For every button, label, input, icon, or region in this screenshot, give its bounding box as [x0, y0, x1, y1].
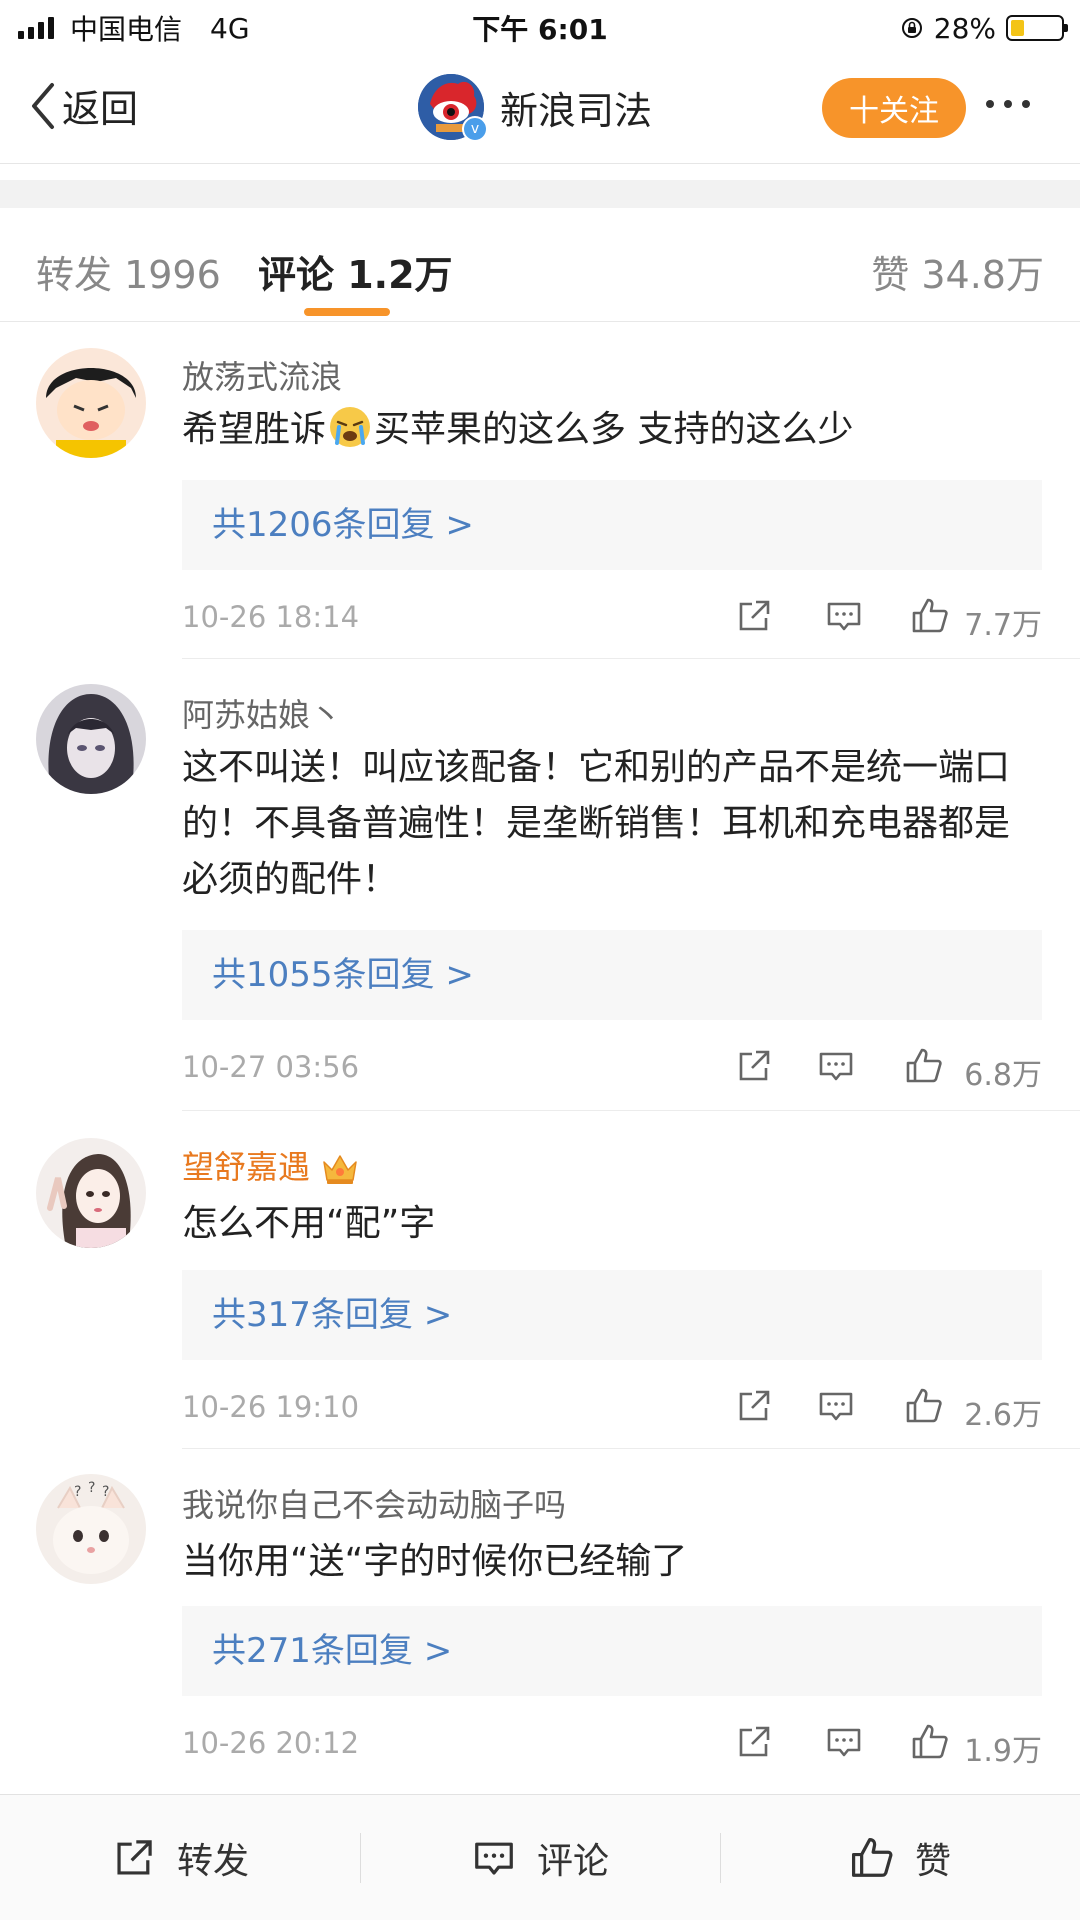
repost-button[interactable]: 转发	[0, 1795, 360, 1921]
account-avatar[interactable]: v	[418, 74, 488, 142]
comment-timestamp: 10-26 18:14	[182, 600, 360, 634]
repost-label: 转发	[176, 1841, 249, 1882]
comment-timestamp: 10-27 03:56	[182, 1050, 360, 1084]
comment-text-part: 希望胜诉	[182, 409, 327, 450]
user-avatar-image	[36, 348, 146, 458]
thumbs-up-icon[interactable]	[910, 596, 950, 636]
active-tab-indicator	[304, 308, 390, 316]
like-count: 2.6万	[964, 1398, 1042, 1433]
comment-text: 这不叫送！叫应该配备！它和别的产品不是统一端口的！不具备普遍性！是垄断销售！耳机…	[182, 747, 1011, 900]
comment-divider	[182, 1110, 1080, 1111]
share-icon[interactable]	[734, 1386, 774, 1426]
svg-text:?: ?	[88, 1480, 95, 1496]
share-icon[interactable]	[734, 1046, 774, 1086]
bottom-action-bar: 转发 评论 赞	[0, 1794, 1080, 1920]
network-label: 4G	[210, 11, 250, 45]
like-count: 6.8万	[964, 1058, 1042, 1093]
like-count: 1.9万	[964, 1734, 1042, 1769]
share-icon[interactable]	[734, 596, 774, 636]
battery-fill	[1011, 20, 1024, 36]
follow-button[interactable]: 十关注	[822, 78, 966, 138]
comment-meta: 10-27 03:56 6.8万	[182, 1042, 1042, 1093]
like-label: 赞	[914, 1841, 951, 1882]
crown-icon	[323, 1155, 357, 1184]
user-avatar-image	[36, 684, 146, 794]
reply-count-link[interactable]: 共317条回复 >	[182, 1270, 1042, 1360]
section-separator	[0, 180, 1080, 208]
comment-username[interactable]: 我说你自己不会动动脑子吗	[182, 1480, 566, 1526]
thumbs-up-icon[interactable]	[904, 1386, 944, 1426]
thumbs-up-icon[interactable]	[910, 1722, 950, 1762]
avatar[interactable]	[36, 684, 146, 794]
user-avatar-image: ? ? ?	[36, 1474, 146, 1584]
avatar[interactable]: ? ? ?	[36, 1474, 146, 1584]
like-count: 7.7万	[964, 608, 1042, 643]
signal-strength-icon	[18, 17, 54, 39]
nav-bar: 返回 v 新浪司法 十关注	[0, 56, 1080, 164]
comment-meta: 10-26 18:14 7.7万	[182, 592, 1042, 643]
reply-count-link[interactable]: 共1206条回复 >	[182, 480, 1042, 570]
verified-badge-icon: v	[462, 116, 488, 142]
comment-divider	[182, 658, 1080, 659]
battery-percent: 28%	[933, 11, 996, 45]
comment-icon[interactable]	[824, 596, 864, 636]
comment-text: 怎么不用“配”字	[182, 1203, 436, 1244]
like-button[interactable]: 赞	[720, 1795, 1080, 1921]
comment-meta: 10-26 19:10 2.6万	[182, 1382, 1042, 1433]
comment-label: 评论	[536, 1841, 609, 1882]
status-right: 28%	[900, 12, 1080, 45]
back-label: 返回	[62, 87, 139, 131]
comment-icon	[475, 1842, 513, 1875]
status-bar: 中国电信 4G 下午 6:01 28%	[0, 0, 1080, 56]
comment-text: 当你用“送“字的时候你已经输了	[182, 1541, 688, 1582]
tab-comments[interactable]: 评论 1.2万	[258, 244, 453, 299]
share-icon	[117, 1840, 152, 1875]
comment-text: 希望胜诉 买苹果的这么多 支持的这么少	[182, 402, 1042, 458]
svg-text:?: ?	[74, 1484, 81, 1500]
comment-divider	[182, 1448, 1080, 1449]
comment-timestamp: 10-26 20:12	[182, 1726, 360, 1760]
reply-count-link[interactable]: 共271条回复 >	[182, 1606, 1042, 1696]
tab-bar: 转发 1996 评论 1.2万 赞 34.8万	[0, 208, 1080, 322]
comment-button[interactable]: 评论	[360, 1795, 720, 1921]
avatar[interactable]	[36, 348, 146, 458]
more-options-icon[interactable]	[986, 100, 1030, 108]
comment-meta: 10-26 20:12 1.9万	[182, 1718, 1042, 1769]
account-title: 新浪司法	[500, 88, 653, 133]
crying-face-icon	[330, 407, 371, 447]
battery-icon	[1006, 15, 1068, 41]
vip-username: 望舒嘉遇	[182, 1148, 311, 1186]
share-icon[interactable]	[734, 1722, 774, 1762]
chevron-left-icon	[32, 82, 54, 129]
tab-likes[interactable]: 赞 34.8万	[871, 244, 1044, 299]
comment-username[interactable]: 放荡式流浪	[182, 352, 342, 398]
back-button[interactable]: 返回	[28, 78, 138, 133]
comment-username[interactable]: 望舒嘉遇	[182, 1142, 360, 1188]
orientation-lock-icon	[901, 18, 922, 38]
carrier-label: 中国电信	[70, 13, 183, 46]
comment-icon[interactable]	[816, 1046, 856, 1086]
reply-count-link[interactable]: 共1055条回复 >	[182, 930, 1042, 1020]
thumbs-up-icon[interactable]	[904, 1046, 944, 1086]
tab-reposts[interactable]: 转发 1996	[36, 244, 221, 299]
comment-text-part: 买苹果的这么多 支持的这么少	[374, 409, 854, 450]
account-header[interactable]: v 新浪司法	[418, 74, 653, 142]
user-avatar-image	[36, 1138, 146, 1248]
avatar[interactable]	[36, 1138, 146, 1248]
status-left: 中国电信 4G	[0, 8, 250, 48]
comment-icon[interactable]	[824, 1722, 864, 1762]
comment-username[interactable]: 阿苏姑娘丶	[182, 690, 342, 736]
thumbs-up-icon	[851, 1837, 893, 1877]
comment-timestamp: 10-26 19:10	[182, 1390, 360, 1424]
comment-icon[interactable]	[816, 1386, 856, 1426]
svg-text:?: ?	[102, 1484, 109, 1500]
